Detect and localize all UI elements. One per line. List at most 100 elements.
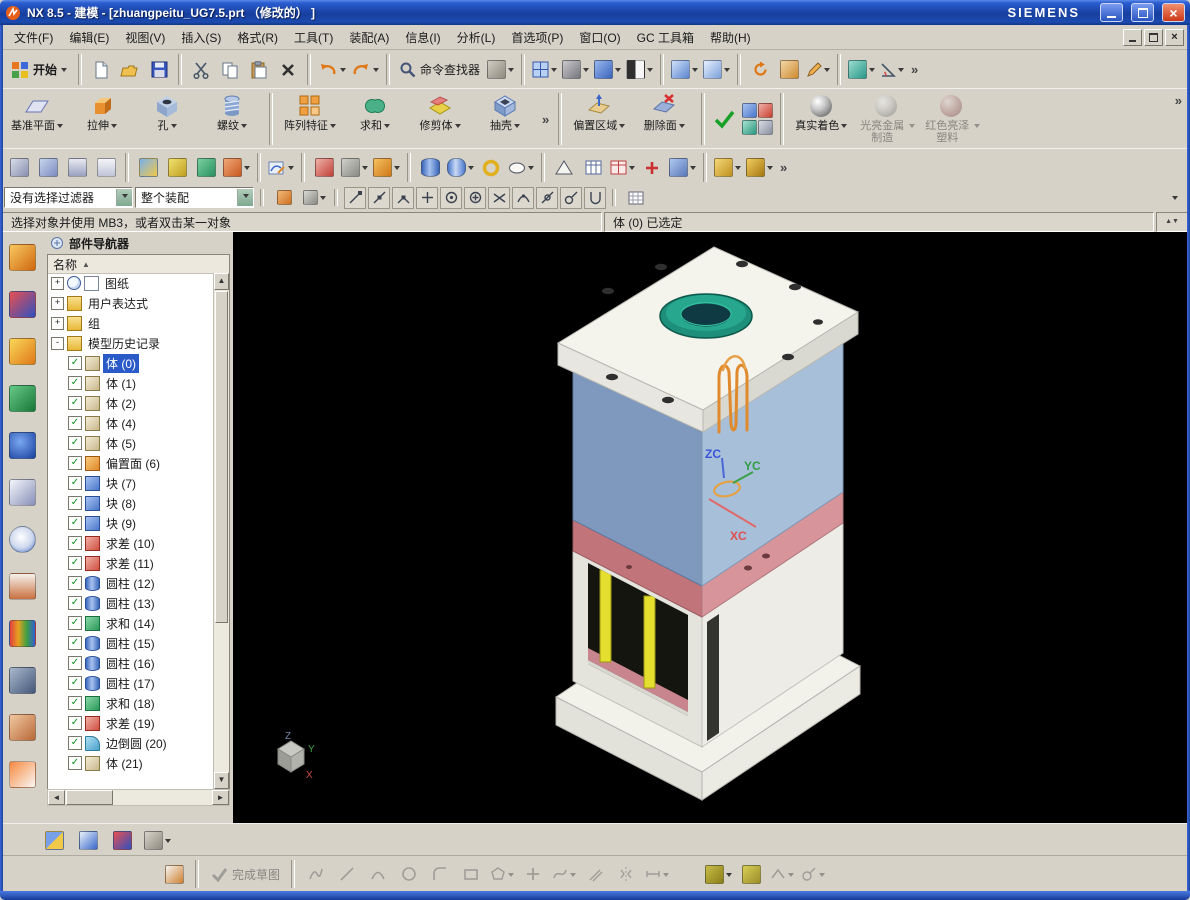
window-close-button[interactable]	[108, 827, 136, 853]
checkbox-checked-icon[interactable]: ✓	[68, 576, 82, 590]
highlight-toggle-button[interactable]	[270, 185, 298, 211]
combo-arrow-icon[interactable]	[237, 189, 253, 206]
tree-item-feature[interactable]: ✓ 圆柱 (15)	[48, 633, 214, 653]
constraint-navigator-icon[interactable]	[9, 291, 36, 318]
add-annotation-button[interactable]	[638, 155, 666, 181]
datum-plane-small-button[interactable]	[34, 155, 62, 181]
checkbox-checked-icon[interactable]: ✓	[68, 416, 82, 430]
tree-item-feature[interactable]: ✓ 体 (5)	[48, 433, 214, 453]
tree-item-groups[interactable]: + 组	[48, 313, 214, 333]
snap-point-on-curve-toggle[interactable]	[536, 186, 558, 209]
menu-window[interactable]: 窗口(O)	[571, 26, 628, 49]
pencil-edit-button[interactable]	[310, 155, 338, 181]
process-studio-icon[interactable]	[9, 573, 36, 600]
info-sheet-icon[interactable]	[758, 103, 774, 118]
tube-tool-button[interactable]	[445, 155, 476, 181]
measure-button[interactable]	[846, 57, 877, 83]
close-button[interactable]: ×	[1162, 3, 1185, 22]
hole-button[interactable]: 孔	[135, 89, 199, 148]
toolbar-overflow[interactable]: »	[911, 62, 918, 77]
tree-item-feature[interactable]: ✓ 块 (9)	[48, 513, 214, 533]
selection-filter-combo[interactable]: 没有选择过滤器	[4, 187, 133, 208]
locating-ring[interactable]	[659, 293, 753, 339]
triangle-mesh-button[interactable]	[550, 155, 578, 181]
gold-tool-2-button[interactable]	[744, 155, 775, 181]
shaded-view-button[interactable]	[592, 57, 623, 83]
window-arrow-button[interactable]	[74, 827, 102, 853]
mirror-curve-tool[interactable]	[612, 861, 640, 887]
save-button[interactable]	[145, 57, 173, 83]
scroll-right-button[interactable]: ►	[212, 790, 229, 805]
tree-item-feature[interactable]: ✓ 求和 (18)	[48, 693, 214, 713]
render-style-button[interactable]	[560, 57, 591, 83]
block-tool-button[interactable]	[339, 155, 370, 181]
snap-tangent-toggle[interactable]	[560, 186, 582, 209]
face-analysis-icon[interactable]	[742, 120, 758, 135]
red-plastic-button[interactable]: 红色亮泽塑料	[919, 89, 983, 148]
paste-button[interactable]	[245, 57, 273, 83]
tree-item-feature[interactable]: ✓ 边倒圆 (20)	[48, 733, 214, 753]
checkbox-checked-icon[interactable]: ✓	[68, 656, 82, 670]
pattern-feature-button[interactable]: 阵列特征	[278, 89, 342, 148]
name-column-header[interactable]: 名称 ▲	[48, 255, 229, 274]
red-table-button[interactable]	[608, 155, 637, 181]
menu-assemblies[interactable]: 装配(A)	[341, 26, 397, 49]
mdi-minimize-button[interactable]	[1123, 28, 1142, 46]
dimension-tool[interactable]	[643, 861, 671, 887]
wcs-button[interactable]	[221, 155, 252, 181]
snap-point-toggle[interactable]	[416, 186, 438, 209]
feature-toolbar-overflow[interactable]: »	[542, 112, 549, 127]
prompt-bar-scroll[interactable]: ▲ ▼	[1156, 212, 1188, 232]
tree-item-feature[interactable]: ✓ 体 (4)	[48, 413, 214, 433]
copy-button[interactable]	[216, 57, 244, 83]
circle-tool[interactable]	[395, 861, 423, 887]
snap-magnet-toggle[interactable]	[584, 186, 606, 209]
transform-button[interactable]	[192, 155, 220, 181]
feature-toolbar-overflow-2[interactable]: »	[1175, 93, 1182, 108]
scroll-thumb[interactable]	[66, 790, 113, 805]
table-button[interactable]	[579, 155, 607, 181]
system-materials-icon[interactable]	[9, 620, 36, 647]
move-object-button[interactable]	[134, 155, 162, 181]
hd3d-tools-icon[interactable]	[9, 432, 36, 459]
snap-intersection-toggle[interactable]	[488, 186, 510, 209]
mdi-close-button[interactable]: ×	[1165, 28, 1184, 46]
tree-item-feature[interactable]: ✓ 体 (0)	[48, 353, 214, 373]
menu-information[interactable]: 信息(I)	[397, 26, 448, 49]
tree-item-expressions[interactable]: + 用户表达式	[48, 293, 214, 313]
menu-tools[interactable]: 工具(T)	[286, 26, 341, 49]
combo-arrow-icon[interactable]	[116, 189, 132, 206]
cascade-windows-button[interactable]	[669, 57, 700, 83]
sort-ascending-icon[interactable]: ▲	[82, 260, 90, 269]
horizontal-scrollbar[interactable]: ◄ ►	[47, 789, 230, 806]
snap-arc-center-toggle[interactable]	[440, 186, 462, 209]
checkbox-checked-icon[interactable]: ✓	[68, 636, 82, 650]
pencil-button[interactable]	[804, 57, 832, 83]
checkbox-checked-icon[interactable]: ✓	[68, 556, 82, 570]
checkbox-checked-icon[interactable]: ✓	[68, 616, 82, 630]
menu-format[interactable]: 格式(R)	[229, 26, 286, 49]
menu-analysis[interactable]: 分析(L)	[449, 26, 504, 49]
checkbox-checked-icon[interactable]: ✓	[68, 516, 82, 530]
minimize-button[interactable]	[1100, 3, 1123, 22]
tree-item-feature[interactable]: ✓ 求差 (11)	[48, 553, 214, 573]
unite-button[interactable]: 求和	[343, 89, 407, 148]
checkbox-checked-icon[interactable]: ✓	[68, 376, 82, 390]
tree-item-feature[interactable]: ✓ 体 (21)	[48, 753, 214, 773]
menu-file[interactable]: 文件(F)	[6, 26, 61, 49]
snap-quadrant-toggle[interactable]	[464, 186, 486, 209]
3d-model-viewport[interactable]: ZC YC XC Z X Y	[233, 232, 1190, 823]
menu-view[interactable]: 视图(V)	[117, 26, 173, 49]
tree-item-feature[interactable]: ✓ 求差 (10)	[48, 533, 214, 553]
measure-tool-button[interactable]	[371, 155, 402, 181]
window-layout-button[interactable]	[530, 57, 559, 83]
snap-grid-button[interactable]	[622, 185, 650, 211]
expand-icon[interactable]: +	[51, 296, 64, 310]
tree-item-feature[interactable]: ✓ 圆柱 (16)	[48, 653, 214, 673]
snap-midpoint-toggle[interactable]	[368, 186, 390, 209]
fit-view-button[interactable]	[775, 57, 803, 83]
scroll-down-button[interactable]: ▼	[214, 772, 229, 789]
delete-face-button[interactable]: 删除面	[632, 89, 696, 148]
menu-gc-toolbox[interactable]: GC 工具箱	[629, 26, 702, 49]
offset-region-button[interactable]: 偏置区域	[567, 89, 631, 148]
